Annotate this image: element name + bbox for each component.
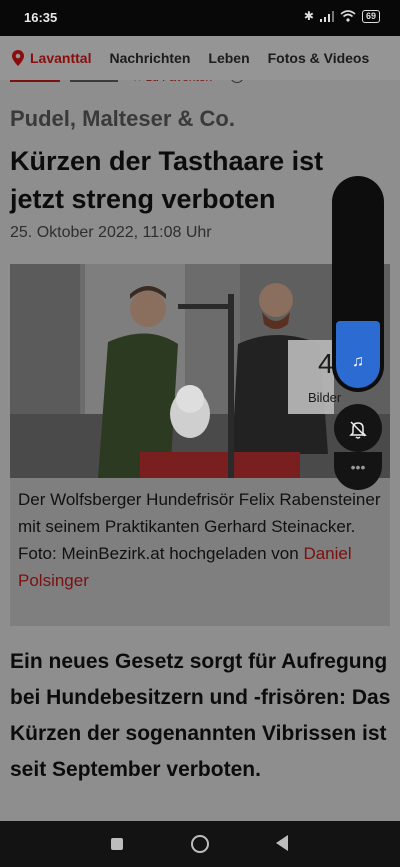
location-label: Lavanttal <box>30 50 92 66</box>
more-dots-icon: ••• <box>350 459 366 475</box>
status-bar: 16:35 ✱ 69 <box>0 0 400 36</box>
music-note-icon: ♫ <box>352 353 364 370</box>
article-kicker: Pudel, Malteser & Co. <box>10 106 235 131</box>
uploaded-by-label: hochgeladen von <box>169 544 299 563</box>
photo-caption: Der Wolfsberger Hundefrisör Felix Rabens… <box>10 478 390 626</box>
recents-button[interactable] <box>111 838 123 850</box>
bell-off-icon <box>349 421 367 439</box>
battery-icon: 69 <box>361 9 380 23</box>
caption-text: Der Wolfsberger Hundefrisör Felix Rabens… <box>18 490 381 536</box>
status-icons: ✱ 69 <box>304 9 380 23</box>
article-lead: Ein neues Gesetz sorgt für Aufregung bei… <box>10 650 391 781</box>
location-pin-icon <box>12 50 24 66</box>
nav-item-leben[interactable]: Leben <box>208 50 249 66</box>
volume-slider[interactable]: ♫ <box>332 176 384 392</box>
top-navigation: Lavanttal Nachrichten Leben Fotos & Vide… <box>0 36 400 80</box>
gallery-counter[interactable]: 4 Bilder <box>288 340 341 414</box>
back-button[interactable] <box>276 835 288 851</box>
nav-item-fotos-videos[interactable]: Fotos & Videos <box>268 50 370 66</box>
bluetooth-icon: ✱ <box>303 9 314 23</box>
gallery-label: Bilder <box>308 390 342 405</box>
signal-icon <box>319 10 334 22</box>
nav-item-nachrichten[interactable]: Nachrichten <box>109 50 190 66</box>
system-navigation-bar <box>0 821 400 867</box>
photo-credit: Foto: MeinBezirk.at <box>18 544 165 563</box>
article-headline: Kürzen der Tasthaare ist jetzt streng ve… <box>10 146 324 214</box>
wifi-icon <box>340 10 356 22</box>
status-time: 16:35 <box>24 10 58 25</box>
volume-level: ♫ <box>336 321 380 388</box>
location-selector[interactable]: Lavanttal <box>12 50 91 66</box>
article-date: 25. Oktober 2022, 11:08 Uhr <box>10 224 212 241</box>
home-button[interactable] <box>191 835 209 853</box>
ringer-toggle-button[interactable] <box>334 404 382 452</box>
